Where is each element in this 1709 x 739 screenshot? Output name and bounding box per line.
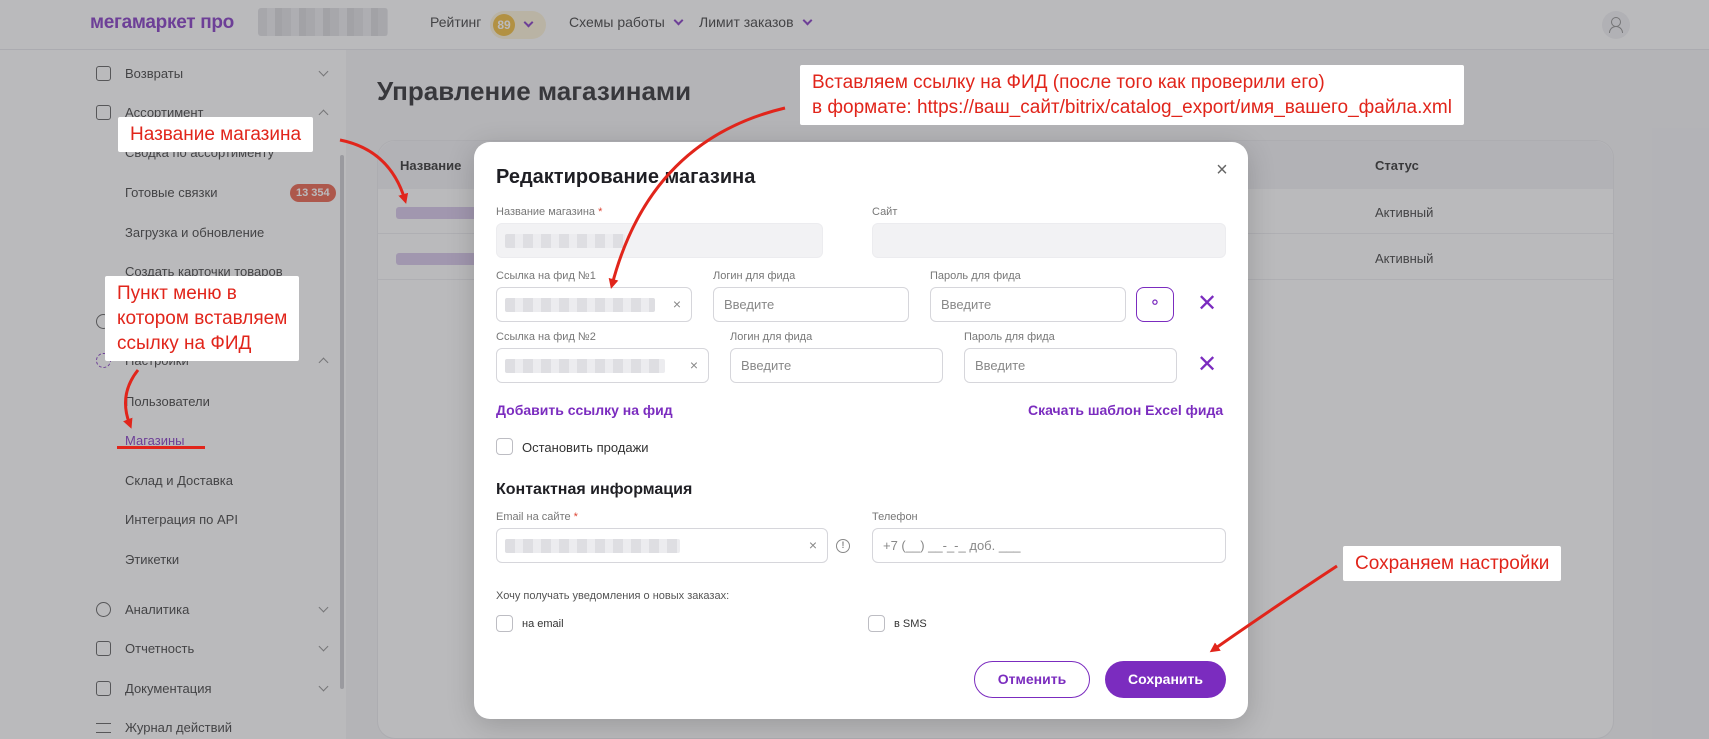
annotation-text: Вставляем ссылку на ФИД (после того как …: [812, 72, 1325, 93]
site-field[interactable]: [872, 223, 1226, 258]
save-button[interactable]: Сохранить: [1105, 661, 1226, 698]
annotation-save-settings: Сохраняем настройки: [1343, 546, 1562, 581]
feed2-password-field[interactable]: Введите: [964, 348, 1177, 383]
annotation-underline: [117, 446, 205, 449]
cancel-button[interactable]: Отменить: [974, 661, 1090, 698]
email-label: Email на сайте *: [496, 511, 578, 523]
email-blurred: [505, 539, 680, 553]
label-text: Название магазина: [496, 206, 596, 218]
contact-section-title: Контактная информация: [496, 481, 693, 498]
feed1-login-field[interactable]: Введите: [713, 287, 909, 322]
edit-shop-modal: Редактирование магазина × Название магаз…: [474, 142, 1248, 719]
notify-hint: Хочу получать уведомления о новых заказа…: [496, 590, 730, 602]
delete-feed2-icon[interactable]: ✕: [1197, 353, 1217, 377]
feed1-label: Ссылка на фид №1: [496, 270, 596, 282]
delete-feed1-icon[interactable]: ✕: [1197, 292, 1217, 316]
add-feed-link[interactable]: Добавить ссылку на фид: [496, 402, 673, 418]
paperclip-icon[interactable]: ⚬: [1136, 287, 1174, 322]
email-field[interactable]: ×: [496, 528, 828, 563]
site-label: Сайт: [872, 206, 898, 218]
info-icon[interactable]: !: [836, 539, 850, 553]
feed2-url-blurred: [505, 359, 665, 373]
shop-name-field[interactable]: [496, 223, 823, 258]
clear-icon[interactable]: ×: [809, 529, 817, 562]
feed2-url-field[interactable]: ×: [496, 348, 709, 383]
annotation-shop-name: Название магазина: [118, 117, 314, 152]
shop-name-blurred: [505, 234, 625, 248]
notify-email-label[interactable]: на email: [522, 618, 564, 630]
feed1-url-blurred: [505, 298, 655, 312]
required-mark: *: [573, 511, 578, 523]
feed1-password-field[interactable]: Введите: [930, 287, 1126, 322]
required-mark: *: [598, 206, 603, 218]
download-template-link[interactable]: Скачать шаблон Excel фида: [1028, 402, 1223, 418]
notify-sms-checkbox[interactable]: [868, 615, 885, 632]
feed1-login-label: Логин для фида: [713, 270, 796, 282]
feed2-login-label: Логин для фида: [730, 331, 813, 343]
phone-field[interactable]: +7 (__) __-_-_ доб. ___: [872, 528, 1226, 563]
annotation-text: в формате: https://ваш_сайт/bitrix/catal…: [812, 97, 1452, 118]
clear-icon[interactable]: ×: [673, 288, 681, 321]
modal-title: Редактирование магазина: [496, 166, 756, 188]
annotation-text: ссылку на ФИД: [117, 333, 252, 354]
annotation-text: Название магазина: [130, 124, 302, 145]
feed1-url-field[interactable]: ×: [496, 287, 692, 322]
notify-email-checkbox[interactable]: [496, 615, 513, 632]
feed1-password-label: Пароль для фида: [930, 270, 1021, 282]
feed2-login-field[interactable]: Введите: [730, 348, 943, 383]
shop-name-label: Название магазина *: [496, 206, 602, 218]
notify-sms-label[interactable]: в SMS: [894, 618, 927, 630]
annotation-text: котором вставляем: [117, 308, 288, 329]
clear-icon[interactable]: ×: [690, 349, 698, 382]
close-icon[interactable]: ×: [1212, 160, 1232, 180]
phone-label: Телефон: [872, 511, 918, 523]
stop-sales-label[interactable]: Остановить продажи: [522, 440, 649, 455]
label-text: Email на сайте: [496, 511, 571, 523]
feed2-password-label: Пароль для фида: [964, 331, 1055, 343]
annotation-text: Сохраняем настройки: [1355, 553, 1550, 574]
annotation-text: Пункт меню в: [117, 283, 237, 304]
annotation-menu-item: Пункт меню в котором вставляем ссылку на…: [105, 276, 300, 361]
annotation-feed-link: Вставляем ссылку на ФИД (после того как …: [800, 65, 1464, 125]
stop-sales-checkbox[interactable]: [496, 438, 513, 455]
feed2-label: Ссылка на фид №2: [496, 331, 596, 343]
